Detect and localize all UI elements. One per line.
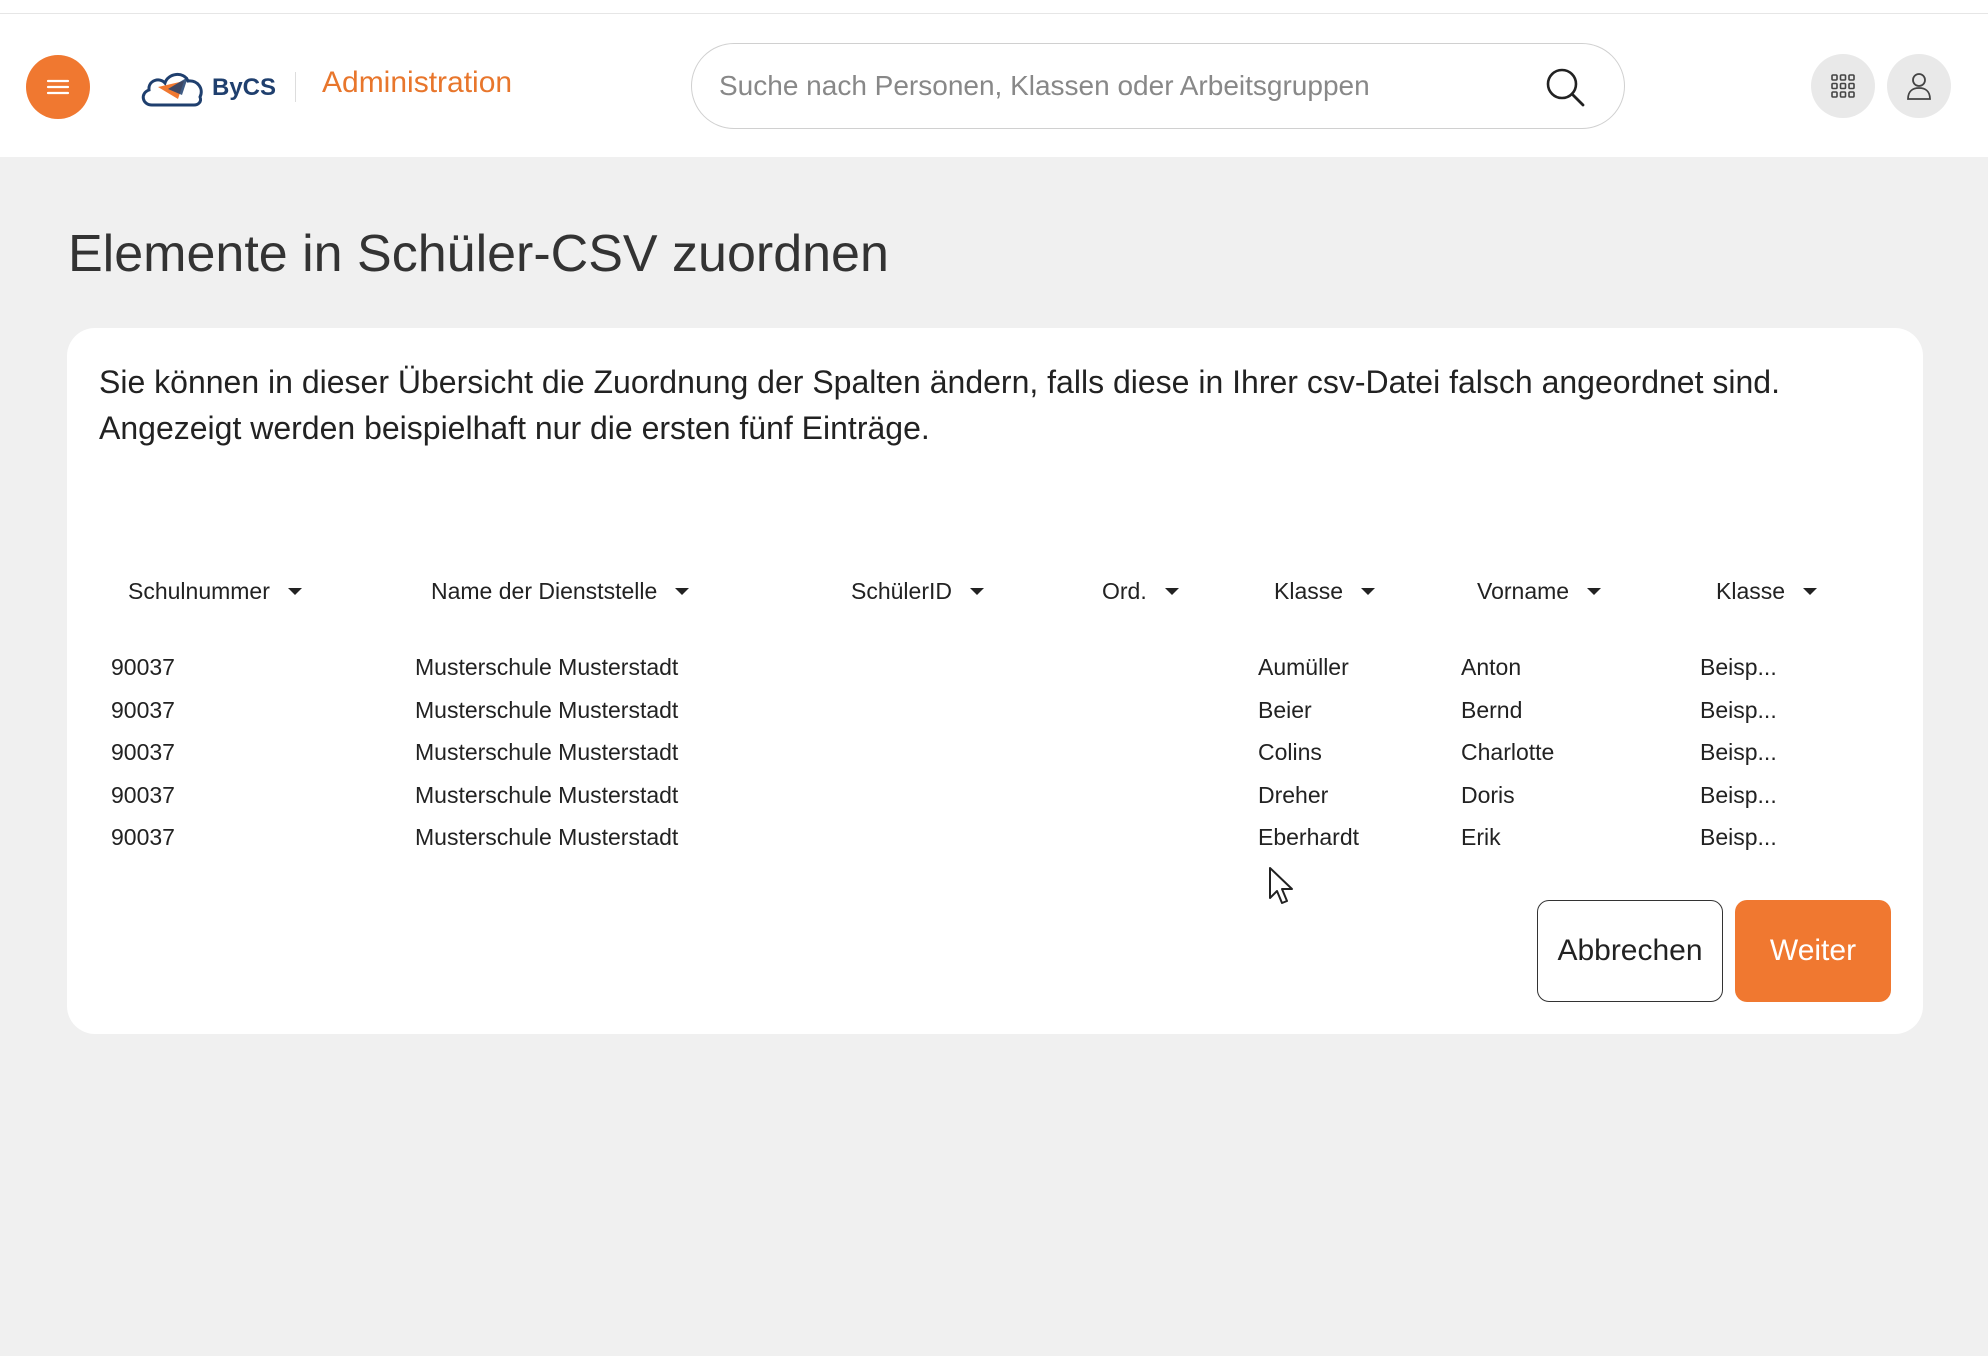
next-button[interactable]: Weiter: [1735, 900, 1891, 1002]
column-label: SchülerID: [851, 578, 952, 604]
cell-vorname: Charlotte: [1461, 739, 1555, 765]
mouse-cursor-icon: [1269, 867, 1293, 904]
search-icon[interactable]: [1544, 66, 1586, 108]
apps-grid-icon: [1831, 74, 1855, 98]
cell-schulnummer: 90037: [111, 697, 175, 723]
cell-schulnummer: 90037: [111, 824, 175, 850]
dropdown-caret-icon: [1587, 588, 1602, 595]
dropdown-caret-icon: [1803, 588, 1818, 595]
cell-dienststelle: Musterschule Musterstadt: [415, 824, 679, 850]
hamburger-icon: [46, 79, 70, 95]
search-input[interactable]: [719, 70, 1539, 102]
cell-vorname: Bernd: [1461, 697, 1523, 723]
page-title: Elemente in Schüler-CSV zuordnen: [68, 225, 889, 283]
top-border: [0, 0, 1988, 14]
column-select-klasse-2[interactable]: Klasse: [1716, 578, 1818, 605]
cell-vorname: Erik: [1461, 824, 1501, 850]
cloud-logo-icon: [141, 73, 203, 107]
dropdown-caret-icon: [1164, 588, 1179, 595]
intro-text: Sie können in dieser Übersicht die Zuord…: [99, 364, 1780, 446]
user-icon: [1907, 73, 1931, 100]
cell-klasse: Beier: [1258, 697, 1312, 723]
column-select-schuelerid[interactable]: SchülerID: [851, 578, 984, 605]
column-select-ord[interactable]: Ord.: [1102, 578, 1179, 605]
cell-klasse-2: Beisp...: [1700, 697, 1777, 723]
bycs-logo[interactable]: ByCS: [138, 60, 276, 116]
cell-dienststelle: Musterschule Musterstadt: [415, 782, 679, 808]
dropdown-caret-icon: [969, 588, 984, 595]
cell-klasse-2: Beisp...: [1700, 782, 1777, 808]
cell-dienststelle: Musterschule Musterstadt: [415, 654, 679, 680]
cell-vorname: Anton: [1461, 654, 1522, 680]
cell-klasse: Aumüller: [1258, 654, 1349, 680]
mapping-card: Sie können in dieser Übersicht die Zuord…: [67, 328, 1923, 1034]
cancel-button[interactable]: Abbrechen: [1537, 900, 1723, 1002]
cell-klasse-2: Beisp...: [1700, 739, 1777, 765]
logo-text: ByCS: [212, 74, 277, 101]
column-label: Klasse: [1716, 578, 1786, 604]
column-label: Ord.: [1102, 578, 1147, 604]
search-bar: [691, 43, 1625, 129]
apps-button[interactable]: [1811, 54, 1875, 118]
cell-klasse: Colins: [1258, 739, 1322, 765]
column-label: Name der Dienststelle: [431, 578, 658, 604]
cell-vorname: Doris: [1461, 782, 1515, 808]
app-title[interactable]: Administration: [322, 66, 512, 100]
cell-dienststelle: Musterschule Musterstadt: [415, 739, 679, 765]
dropdown-caret-icon: [287, 588, 302, 595]
dropdown-caret-icon: [1361, 588, 1376, 595]
menu-button[interactable]: [26, 55, 90, 119]
cell-klasse: Dreher: [1258, 782, 1329, 808]
dropdown-caret-icon: [675, 588, 690, 595]
column-select-klasse[interactable]: Klasse: [1274, 578, 1376, 605]
user-profile-button[interactable]: [1887, 54, 1951, 118]
column-select-dienststelle[interactable]: Name der Dienststelle: [431, 578, 690, 605]
cell-klasse-2: Beisp...: [1700, 824, 1777, 850]
column-label: Schulnummer: [128, 578, 270, 604]
logo-divider: [295, 72, 296, 102]
cell-dienststelle: Musterschule Musterstadt: [415, 697, 679, 723]
cell-klasse: Eberhardt: [1258, 824, 1360, 850]
cell-schulnummer: 90037: [111, 782, 175, 808]
cell-schulnummer: 90037: [111, 654, 175, 680]
cell-klasse-2: Beisp...: [1700, 654, 1777, 680]
column-label: Klasse: [1274, 578, 1344, 604]
header: ByCS Administration: [0, 14, 1988, 157]
column-label: Vorname: [1477, 578, 1570, 604]
column-select-vorname[interactable]: Vorname: [1477, 578, 1602, 605]
cell-schulnummer: 90037: [111, 739, 175, 765]
column-select-schulnummer[interactable]: Schulnummer: [128, 578, 302, 605]
